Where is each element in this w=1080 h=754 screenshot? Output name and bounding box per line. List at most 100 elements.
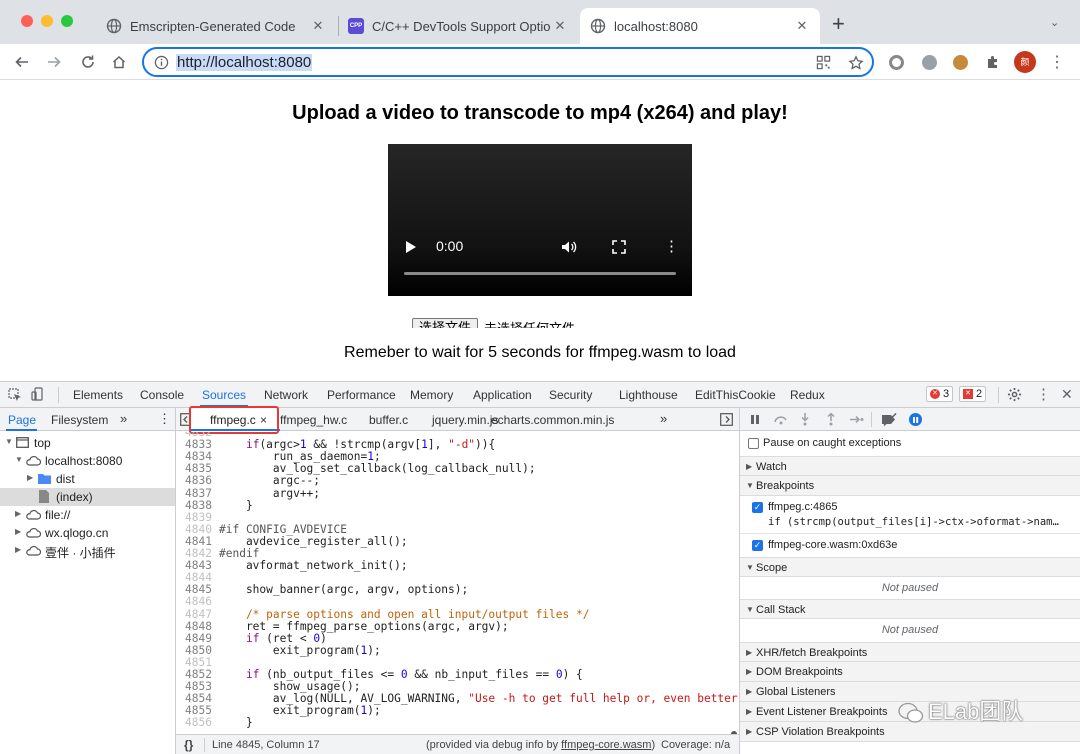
browser-tab-emscripten[interactable]: Emscripten-Generated Code ✕: [96, 8, 336, 44]
editor-tab-jquery[interactable]: jquery.min.js: [432, 413, 498, 427]
forward-arrow-icon[interactable]: [42, 50, 66, 74]
navigator-more-chevron-icon[interactable]: »: [120, 411, 127, 426]
pretty-print-button[interactable]: {}: [184, 738, 193, 752]
browser-menu-icon[interactable]: ⋮: [1045, 50, 1069, 74]
choose-file-button[interactable]: 选择文件: [412, 318, 479, 328]
tree-item-index[interactable]: (index): [0, 488, 175, 506]
url-text[interactable]: http://localhost:8080: [176, 54, 313, 71]
error-count-badge[interactable]: ✕ 3: [926, 386, 954, 402]
navigator-menu-icon[interactable]: ⋮: [158, 411, 171, 427]
tree-item-yiban-extension[interactable]: ▶ 壹伴 · 小插件: [0, 542, 175, 560]
editor-tab-buffer-c[interactable]: buffer.c: [369, 413, 408, 427]
section-breakpoints[interactable]: ▼ Breakpoints: [740, 476, 1080, 496]
back-arrow-icon[interactable]: [10, 50, 34, 74]
warning-count-badge[interactable]: ✕ 2: [959, 386, 987, 402]
volume-icon[interactable]: [561, 240, 577, 254]
bookmark-star-icon[interactable]: [848, 55, 864, 71]
tab-lighthouse[interactable]: Lighthouse: [619, 388, 678, 402]
tree-expand-icon[interactable]: ▶: [15, 545, 21, 554]
section-call-stack[interactable]: ▼ Call Stack: [740, 599, 1080, 619]
cookie-icon[interactable]: [948, 50, 972, 74]
tree-expand-icon[interactable]: ▼: [5, 437, 13, 446]
tab-memory[interactable]: Memory: [410, 388, 453, 402]
tab-security[interactable]: Security: [549, 388, 592, 402]
device-toolbar-icon[interactable]: [31, 387, 46, 402]
section-xhr-breakpoints[interactable]: ▶ XHR/fetch Breakpoints: [740, 642, 1080, 662]
globe-icon: [590, 18, 606, 34]
pause-resume-icon[interactable]: [751, 415, 754, 424]
breakpoint-1-title[interactable]: ffmpeg.c:4865: [768, 501, 838, 513]
cursor-position: Line 4845, Column 17: [212, 739, 320, 751]
code-line: 4838 }: [185, 498, 253, 512]
frame-icon: [16, 437, 29, 448]
fullscreen-icon[interactable]: [612, 240, 626, 254]
tab-console[interactable]: Console: [140, 388, 184, 402]
close-tab-icon[interactable]: ✕: [552, 18, 568, 34]
browser-tab-localhost[interactable]: localhost:8080 ✕: [580, 8, 820, 44]
breakpoint-2-checkbox[interactable]: ✓: [752, 540, 763, 551]
close-devtools-icon[interactable]: ✕: [1061, 386, 1073, 403]
section-dom-breakpoints[interactable]: ▶ DOM Breakpoints: [740, 662, 1080, 682]
maximize-window-button[interactable]: [61, 15, 73, 27]
info-icon[interactable]: [154, 55, 169, 70]
step-icon[interactable]: [850, 415, 864, 424]
qr-code-icon[interactable]: [816, 55, 831, 70]
tree-expand-icon[interactable]: ▶: [27, 473, 33, 482]
minimize-window-button[interactable]: [41, 15, 53, 27]
video-progress-track[interactable]: [404, 272, 676, 275]
pause-caught-checkbox[interactable]: [748, 438, 759, 449]
tree-item-file[interactable]: ▶ file://: [0, 506, 175, 524]
toggle-debugger-icon[interactable]: [720, 413, 733, 426]
navigator-tab-page[interactable]: Page: [8, 413, 36, 427]
address-bar[interactable]: http://localhost:8080: [142, 47, 874, 77]
video-player[interactable]: 0:00 ⋮: [388, 144, 692, 296]
tree-item-dist[interactable]: ▶ dist: [0, 470, 175, 488]
breakpoint-1-checkbox[interactable]: ✓: [752, 502, 763, 513]
extension-circle-icon[interactable]: [884, 50, 908, 74]
tree-expand-icon[interactable]: ▶: [15, 527, 21, 536]
tab-editthiscookie[interactable]: EditThisCookie: [695, 388, 776, 402]
tab-sources[interactable]: Sources: [199, 388, 249, 407]
step-out-icon[interactable]: [826, 413, 836, 426]
tree-item-localhost[interactable]: ▼ localhost:8080: [0, 452, 175, 470]
browser-tab-cpp-devtools[interactable]: CPP C/C++ DevTools Support Optio ✕: [338, 8, 578, 44]
play-icon[interactable]: [405, 240, 417, 254]
editor-tab-ffmpeg-hw-c[interactable]: ffmpeg_hw.c: [280, 413, 347, 427]
tab-search-chevron-icon[interactable]: ⌄: [1050, 16, 1059, 29]
breakpoint-2-title[interactable]: ffmpeg-core.wasm:0xd63e: [768, 539, 897, 551]
tree-item-wx-qlogo[interactable]: ▶ wx.qlogo.cn: [0, 524, 175, 542]
tab-performance[interactable]: Performance: [327, 388, 396, 402]
reload-icon[interactable]: [76, 50, 100, 74]
devtools-menu-icon[interactable]: ⋮: [1036, 385, 1051, 403]
tree-expand-icon[interactable]: ▶: [15, 509, 21, 518]
close-window-button[interactable]: [21, 15, 33, 27]
tab-elements[interactable]: Elements: [73, 388, 123, 402]
editor-more-chevron-icon[interactable]: »: [660, 411, 667, 426]
pause-on-exceptions-icon[interactable]: [909, 413, 922, 426]
tab-application[interactable]: Application: [473, 388, 532, 402]
code-view[interactable]: 4832 4833 if(argc>1 && !strcmp(argv[1], …: [176, 432, 739, 734]
new-tab-button[interactable]: +: [832, 12, 845, 36]
editor-tab-echarts[interactable]: echarts.common.min.js: [491, 413, 614, 427]
step-into-icon[interactable]: [800, 413, 810, 426]
close-tab-icon[interactable]: ✕: [794, 18, 810, 34]
home-icon[interactable]: [107, 50, 131, 74]
file-input[interactable]: 选择文件 未选择任何文件: [412, 318, 575, 328]
close-tab-icon[interactable]: ✕: [310, 18, 326, 34]
section-scope[interactable]: ▼ Scope: [740, 557, 1080, 577]
extension-vpn-icon[interactable]: [917, 50, 941, 74]
settings-gear-icon[interactable]: [1007, 387, 1022, 402]
profile-avatar[interactable]: 颜: [1013, 50, 1037, 74]
section-watch[interactable]: ▶ Watch: [740, 456, 1080, 476]
deactivate-breakpoints-icon[interactable]: [881, 413, 898, 426]
tree-expand-icon[interactable]: ▼: [15, 455, 23, 464]
inspect-element-icon[interactable]: [8, 388, 22, 402]
source-map-link[interactable]: ffmpeg-core.wasm: [561, 739, 651, 751]
video-options-icon[interactable]: ⋮: [664, 237, 679, 255]
extensions-puzzle-icon[interactable]: [981, 50, 1005, 74]
tree-item-top[interactable]: ▼ top: [0, 434, 175, 452]
step-over-icon[interactable]: [773, 414, 789, 425]
tab-redux[interactable]: Redux: [790, 388, 825, 402]
navigator-tab-filesystem[interactable]: Filesystem: [51, 413, 108, 427]
tab-network[interactable]: Network: [264, 388, 308, 402]
